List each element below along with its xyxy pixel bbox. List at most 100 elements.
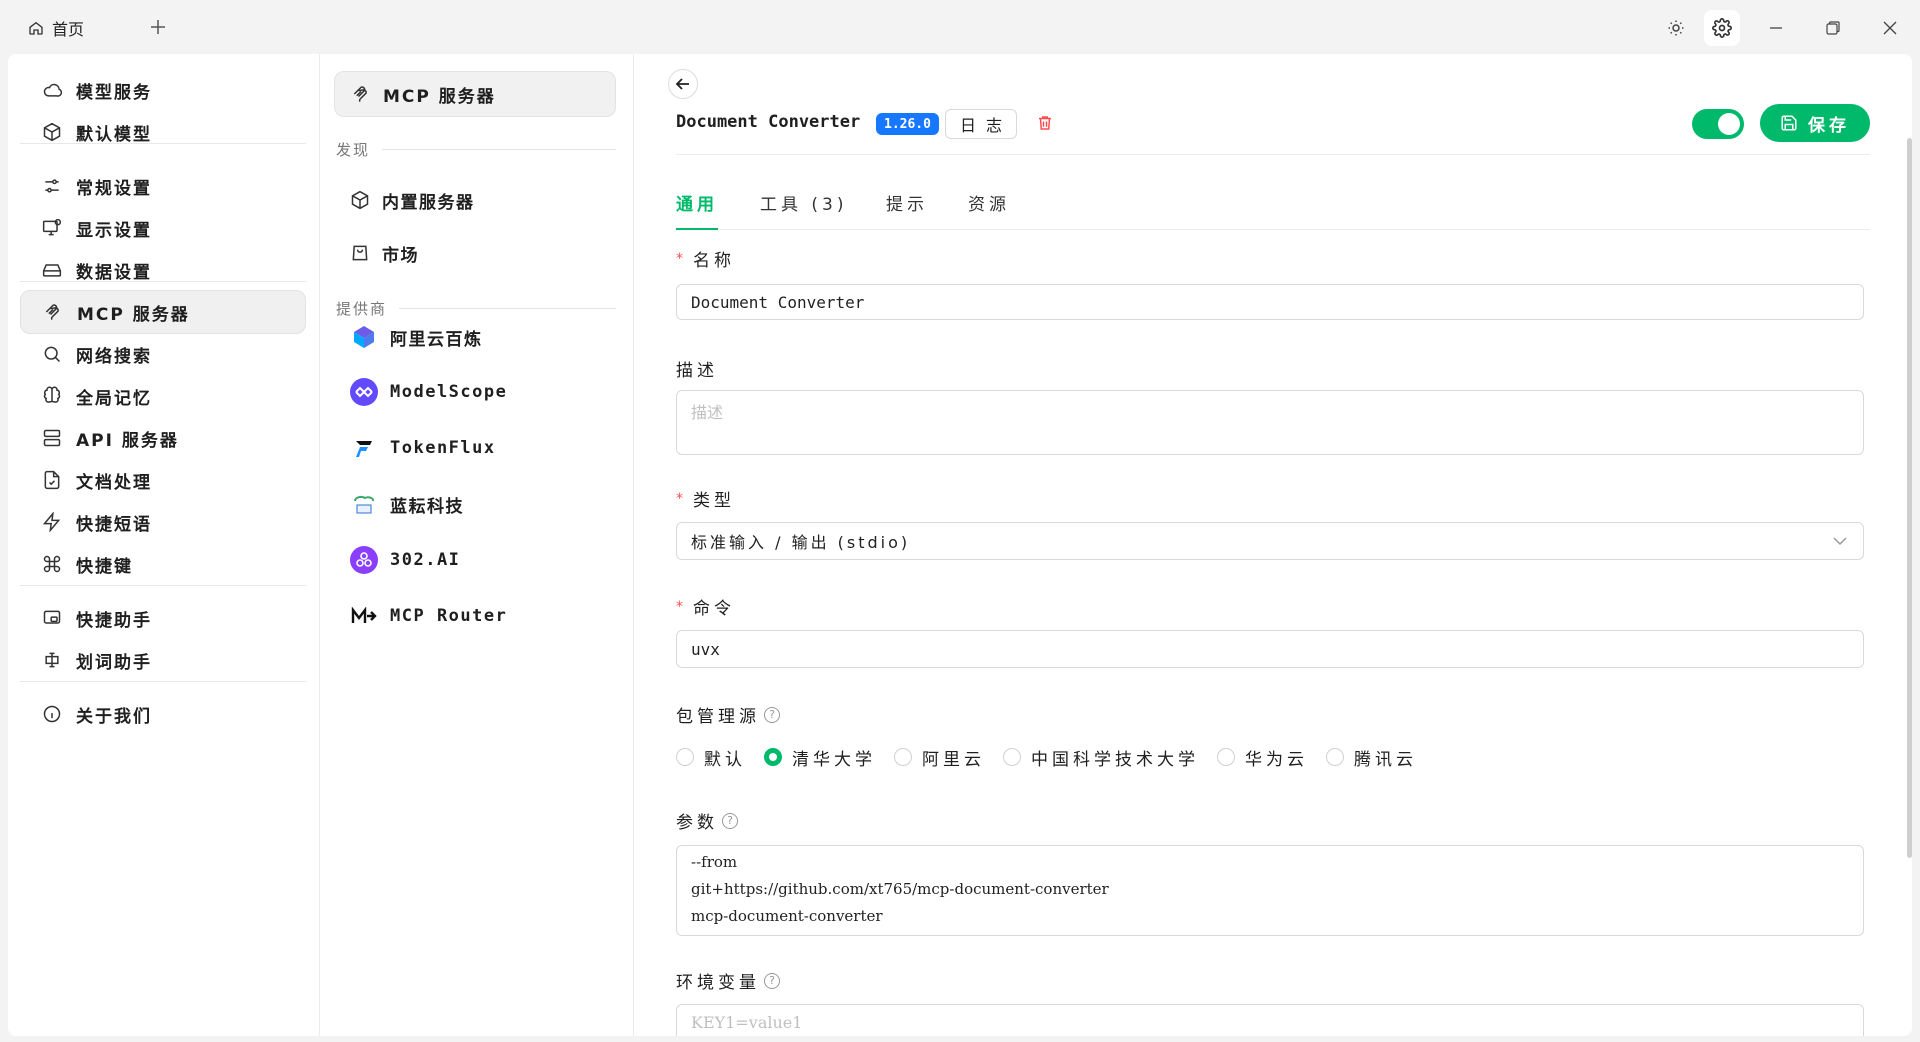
settings-nav: 模型服务 默认模型 常规设置 显示设置 数据设置 MCP 服务器 网络搜索 全局…: [8, 54, 320, 1036]
nav-item-quick-assistant[interactable]: 快捷助手: [20, 596, 306, 640]
args-textarea[interactable]: --from git+https://github.com/xt765/mcp-…: [676, 845, 1864, 936]
registry-option-ustc[interactable]: 中国科学技术大学: [1003, 745, 1199, 770]
tab-resources[interactable]: 资源: [968, 184, 1010, 230]
tab-home[interactable]: 首页: [28, 14, 84, 42]
description-label: 描述: [676, 361, 718, 381]
registry-radio-group: 默认 清华大学 阿里云 中国科学技术大学 华为云 腾讯云: [676, 742, 1435, 772]
mcp-servers-header[interactable]: MCP 服务器: [334, 71, 616, 117]
bailian-logo-icon: [350, 323, 378, 351]
provider-mcp-router[interactable]: MCP Router: [334, 594, 616, 638]
provider-bailian[interactable]: 阿里云百炼: [334, 315, 616, 359]
nav-item-web-search[interactable]: 网络搜索: [20, 332, 306, 376]
brain-icon: [43, 386, 61, 403]
nav-item-shortcuts[interactable]: 快捷键: [20, 542, 306, 586]
plus-icon: [151, 20, 165, 34]
enable-toggle[interactable]: [1692, 109, 1744, 139]
registry-option-default[interactable]: 默认: [676, 745, 746, 770]
add-tab-button[interactable]: [146, 14, 170, 40]
type-select[interactable]: 标准输入 / 输出 (stdio): [676, 522, 1864, 560]
mcp-icon: [45, 304, 59, 321]
search-icon: [44, 346, 61, 363]
delete-button[interactable]: [1036, 114, 1054, 136]
type-label: * 类型: [676, 490, 735, 512]
sliders-icon: [45, 179, 59, 193]
save-button[interactable]: 保存: [1760, 104, 1870, 142]
app-window: 模型服务 默认模型 常规设置 显示设置 数据设置 MCP 服务器 网络搜索 全局…: [8, 54, 1912, 1036]
arrow-left-icon: [675, 78, 689, 90]
close-button[interactable]: [1872, 10, 1908, 46]
provider-tokenflux[interactable]: TokenFlux: [334, 426, 616, 470]
text-select-icon: [45, 652, 59, 668]
nav-item-global-memory[interactable]: 全局记忆: [20, 374, 306, 418]
help-icon[interactable]: ?: [764, 972, 780, 989]
registry-option-huawei[interactable]: 华为云: [1217, 745, 1308, 770]
provider-modelscope[interactable]: ModelScope: [334, 370, 616, 414]
window-icon: [43, 610, 61, 624]
restore-button[interactable]: [1815, 10, 1851, 46]
sun-icon: [1668, 20, 1684, 36]
detail-tabs: 通用 工具 (3) 提示 资源: [676, 184, 1870, 230]
nav-item-mcp-servers[interactable]: MCP 服务器: [20, 290, 306, 334]
tab-tools[interactable]: 工具 (3): [760, 184, 847, 230]
provider-302ai[interactable]: 302.AI: [334, 538, 616, 582]
chevron-down-icon: [1833, 537, 1847, 546]
nav-item-display-settings[interactable]: 显示设置: [20, 206, 306, 250]
info-icon: [43, 705, 61, 723]
trash-icon: [1039, 116, 1051, 130]
save-icon: [1781, 115, 1797, 131]
mcp-server-list: MCP 服务器 发现 内置服务器 市场 提供商 阿里云百炼 ModelScope…: [320, 54, 634, 1036]
nav-divider: [20, 281, 306, 282]
provider-lanyun[interactable]: 蓝耘科技: [334, 482, 616, 526]
help-icon[interactable]: ?: [722, 812, 738, 829]
cloud-icon: [43, 83, 62, 97]
name-input[interactable]: Document Converter: [676, 284, 1864, 320]
nav-divider: [20, 143, 306, 144]
nav-divider: [20, 681, 306, 682]
shopping-bag-icon: [352, 245, 368, 261]
nav-item-general-settings[interactable]: 常规设置: [20, 164, 306, 208]
settings-button[interactable]: [1704, 10, 1740, 46]
tab-prompts[interactable]: 提示: [886, 184, 928, 230]
content-scrollbar[interactable]: [1907, 138, 1912, 858]
nav-item-api-server[interactable]: API 服务器: [20, 416, 306, 460]
home-icon: [29, 21, 43, 35]
nav-item-about[interactable]: 关于我们: [20, 692, 306, 736]
nav-item-quick-phrases[interactable]: 快捷短语: [20, 500, 306, 544]
tokenflux-logo-icon: [350, 434, 378, 462]
mcp-icon: [353, 86, 367, 103]
server-icon: [43, 429, 61, 447]
nav-item-data-settings[interactable]: 数据设置: [20, 248, 306, 292]
back-button[interactable]: [668, 69, 698, 99]
nav-item-model-service[interactable]: 模型服务: [20, 68, 306, 112]
theme-toggle-button[interactable]: [1658, 10, 1694, 46]
302ai-logo-icon: [350, 546, 378, 574]
help-icon[interactable]: ?: [764, 706, 780, 723]
minimize-button[interactable]: [1758, 10, 1794, 46]
discover-section-label: 发现: [336, 139, 616, 160]
registry-option-aliyun[interactable]: 阿里云: [894, 745, 985, 770]
tab-general[interactable]: 通用: [676, 184, 718, 230]
server-title: Document Converter: [676, 112, 861, 132]
command-input[interactable]: uvx: [676, 630, 1864, 668]
nav-item-default-model[interactable]: 默认模型: [20, 110, 306, 154]
description-textarea[interactable]: 描述: [676, 390, 1864, 455]
env-textarea[interactable]: KEY1=value1: [676, 1004, 1864, 1036]
log-button[interactable]: 日志: [945, 109, 1017, 139]
monitor-icon: [42, 218, 62, 236]
zap-icon: [42, 512, 61, 532]
title-bar: 首页: [0, 0, 1920, 54]
list-item-builtin-servers[interactable]: 内置服务器: [334, 178, 616, 222]
document-icon: [44, 470, 60, 490]
registry-option-tsinghua[interactable]: 清华大学: [764, 745, 876, 770]
list-item-marketplace[interactable]: 市场: [334, 231, 616, 275]
nav-item-selection-assistant[interactable]: 划词助手: [20, 638, 306, 682]
registry-option-tencent[interactable]: 腾讯云: [1326, 745, 1417, 770]
modelscope-logo-icon: [350, 378, 378, 406]
env-label: 环境变量?: [676, 968, 780, 993]
restore-icon: [1826, 21, 1840, 35]
name-label: * 名称: [676, 250, 735, 272]
header-divider: [676, 154, 1870, 155]
nav-divider: [20, 585, 306, 586]
nav-item-document-processing[interactable]: 文档处理: [20, 458, 306, 502]
lanyun-logo-icon: [350, 490, 378, 518]
